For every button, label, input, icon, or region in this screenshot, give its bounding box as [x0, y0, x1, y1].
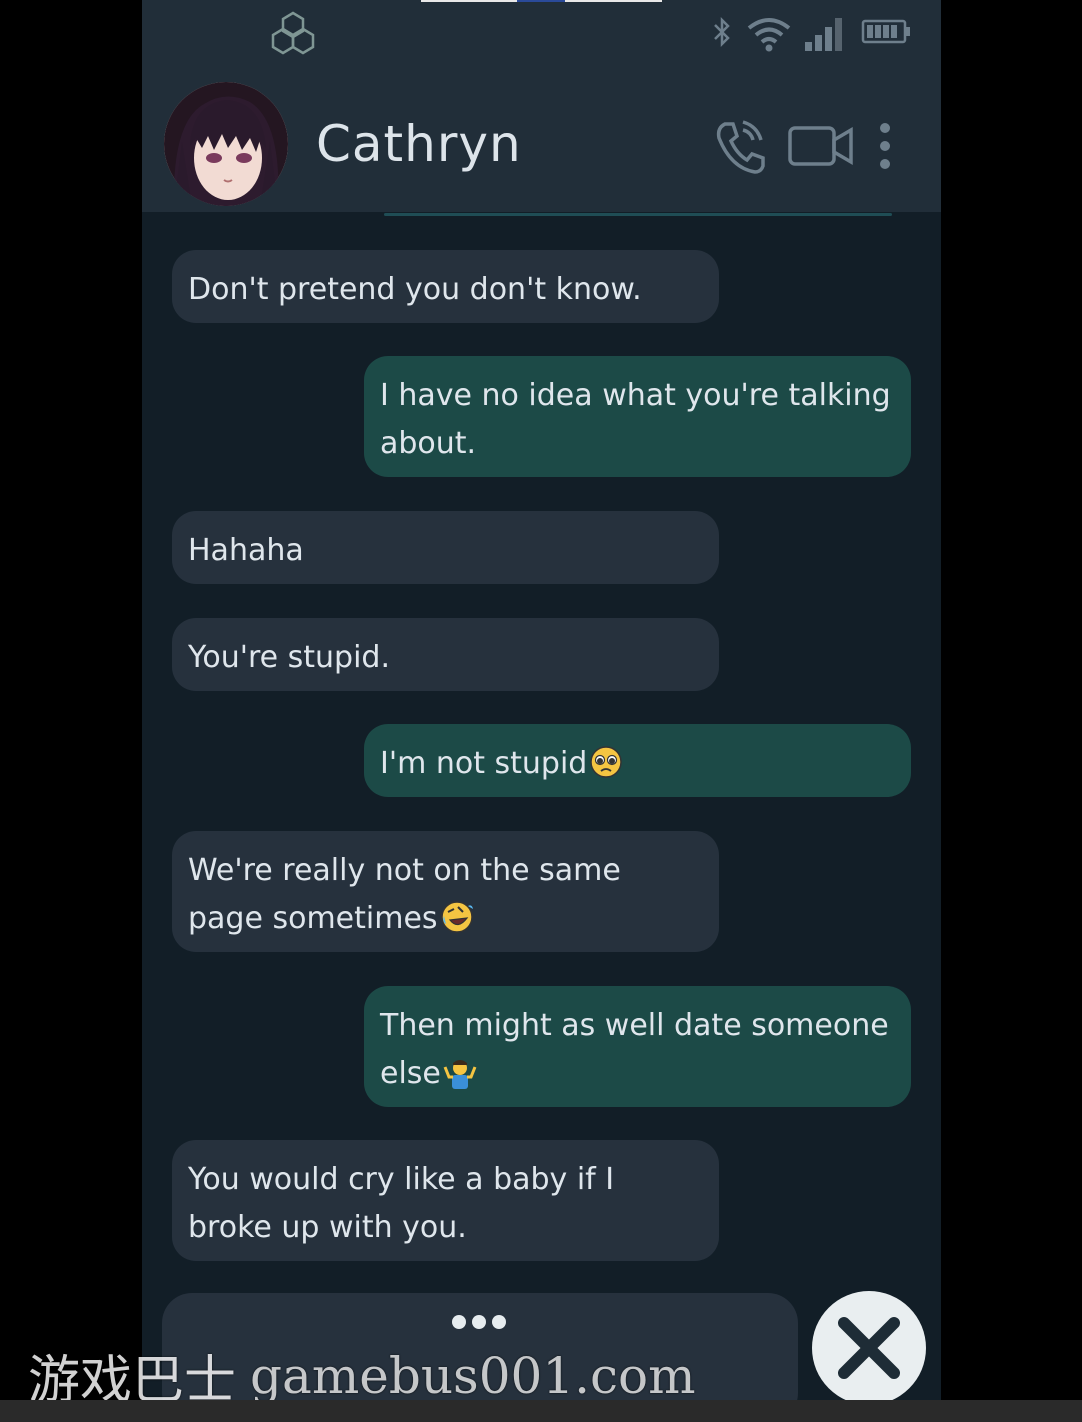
phone-icon[interactable] [711, 116, 767, 176]
status-bar [142, 0, 941, 70]
message-bubble-sent: Then might as well date someone else [364, 986, 911, 1107]
signal-icon [805, 18, 842, 51]
message-text: You're stupid. [188, 640, 390, 675]
message-bubble-received: Don't pretend you don't know. [172, 250, 719, 323]
watermark-url: gamebus001.com [250, 1346, 696, 1405]
bottom-strip [0, 1400, 1082, 1422]
message-text: I have no idea what you're talking about… [380, 378, 891, 461]
close-button[interactable] [812, 1291, 926, 1400]
app-logo-icon [271, 11, 315, 55]
avatar-portrait [164, 82, 288, 206]
message-bubble-sent: I'm not stupid [364, 724, 911, 797]
person-shrugging-icon [443, 1060, 477, 1089]
message-text: You would cry like a baby if I broke up … [188, 1162, 615, 1245]
message-text: I'm not stupid [380, 746, 588, 781]
wifi-icon [747, 18, 791, 52]
phone-screen: Cathryn Don't pretend you don't know. I … [142, 0, 941, 1400]
battery-icon [861, 19, 910, 44]
typing-indicator [452, 1315, 512, 1331]
contact-name: Cathryn [316, 115, 522, 173]
message-list: Don't pretend you don't know. I have no … [142, 216, 941, 1296]
top-bar: Cathryn [142, 0, 941, 212]
message-text: We're really not on the same page someti… [188, 853, 621, 936]
bluetooth-icon [714, 16, 730, 48]
message-bubble-received: Hahaha [172, 511, 719, 584]
message-bubble-sent: I have no idea what you're talking about… [364, 356, 911, 477]
message-bubble-received: We're really not on the same page someti… [172, 831, 719, 952]
message-bubble-received: You would cry like a baby if I broke up … [172, 1140, 719, 1261]
video-camera-icon[interactable] [787, 116, 855, 176]
message-text: Hahaha [188, 533, 304, 568]
message-text: Don't pretend you don't know. [188, 272, 642, 307]
close-icon [838, 1317, 900, 1379]
status-icons [711, 16, 911, 56]
rolling-on-floor-laughing-icon [440, 901, 473, 933]
message-bubble-received: You're stupid. [172, 618, 719, 691]
pleading-face-icon [590, 746, 623, 778]
header-actions [711, 116, 941, 176]
chat-header: Cathryn [142, 80, 941, 212]
avatar[interactable] [164, 82, 288, 206]
more-vertical-icon[interactable] [873, 116, 897, 176]
watermark: 游戏巴士 gamebus001.com [28, 1338, 696, 1412]
